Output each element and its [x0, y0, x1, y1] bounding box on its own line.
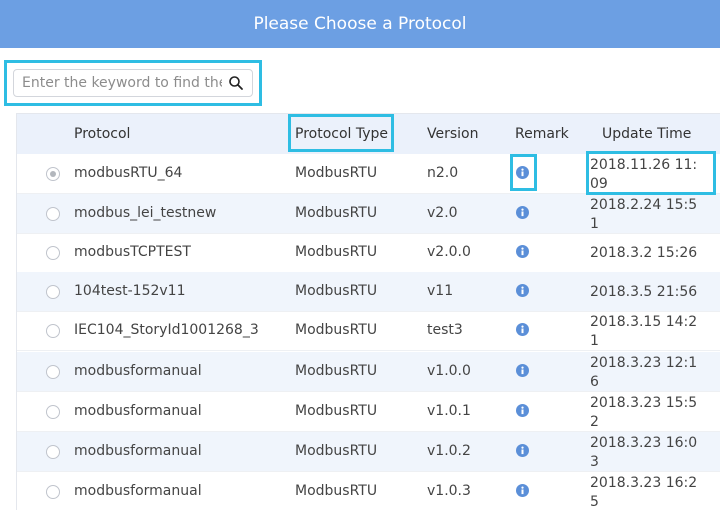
protocol-type: ModbusRTU — [295, 403, 378, 419]
update-time: 2018.3.15 14:21 — [590, 314, 698, 349]
info-circle-icon[interactable] — [516, 245, 529, 258]
header-update-time: Update Time — [602, 126, 692, 142]
info-circle-icon[interactable] — [516, 206, 529, 219]
row-radio[interactable] — [46, 246, 60, 260]
row-radio[interactable] — [46, 485, 60, 499]
protocol-type: ModbusRTU — [295, 363, 378, 379]
protocol-type: ModbusRTU — [295, 165, 378, 181]
table-row[interactable]: 104test-152v11 ModbusRTU v11 2018.3.5 21:5… — [17, 272, 720, 312]
row-radio[interactable] — [46, 285, 60, 299]
info-circle-icon[interactable] — [516, 404, 529, 417]
dialog-title-bar: Please Choose a Protocol — [0, 0, 720, 48]
protocol-name: modbusRTU_64 — [74, 165, 183, 181]
protocol-name: modbusformanual — [74, 363, 202, 379]
search-highlight — [4, 60, 262, 106]
update-time: 2018.3.23 12:16 — [590, 355, 698, 390]
update-time: 2018.2.24 15:51 — [590, 197, 698, 232]
protocol-type: ModbusRTU — [295, 483, 378, 499]
protocol-version: test3 — [427, 322, 463, 338]
protocol-type: ModbusRTU — [295, 283, 378, 299]
row-radio[interactable] — [46, 324, 60, 338]
protocol-type: ModbusRTU — [295, 205, 378, 221]
protocol-name: modbusformanual — [74, 403, 202, 419]
update-time: 2018.3.5 21:56 — [590, 284, 698, 300]
protocol-type: ModbusRTU — [295, 443, 378, 459]
info-circle-icon[interactable] — [516, 444, 529, 457]
header-version: Version — [427, 126, 479, 142]
protocol-type-highlight — [288, 114, 394, 152]
search-input[interactable] — [22, 75, 222, 91]
table-row[interactable]: modbusformanual ModbusRTU v1.0.3 2018.3.23… — [17, 472, 720, 510]
protocol-name: IEC104_StoryId1001268_3 — [74, 322, 259, 338]
update-time-highlight — [586, 151, 716, 195]
update-time: 2018.3.23 16:03 — [590, 435, 698, 470]
table-row[interactable]: modbusformanual ModbusRTU v1.0.1 2018.3.23… — [17, 392, 720, 432]
search-icon[interactable] — [228, 75, 244, 91]
protocol-table: Protocol Protocol Type Version Remark Up… — [16, 113, 720, 510]
protocol-name: 104test-152v11 — [74, 283, 186, 299]
table-row[interactable]: modbus_lei_testnew ModbusRTU v2.0 2018.2.2… — [17, 194, 720, 234]
info-circle-icon[interactable] — [516, 284, 529, 297]
protocol-name: modbusTCPTEST — [74, 244, 191, 260]
update-time: 2018.3.23 15:52 — [590, 395, 698, 430]
protocol-version: v2.0 — [427, 205, 458, 221]
info-circle-icon[interactable] — [516, 484, 529, 497]
protocol-type: ModbusRTU — [295, 322, 378, 338]
row-radio[interactable] — [46, 207, 60, 221]
protocol-version: n2.0 — [427, 165, 459, 181]
dialog-title: Please Choose a Protocol — [253, 14, 467, 34]
row-radio[interactable] — [46, 167, 60, 181]
row-radio[interactable] — [46, 445, 60, 459]
protocol-name: modbus_lei_testnew — [74, 205, 217, 221]
update-time: 2018.3.2 15:26 — [590, 245, 698, 261]
protocol-version: v1.0.1 — [427, 403, 471, 419]
table-row[interactable]: IEC104_StoryId1001268_3 ModbusRTU test3 20… — [17, 311, 720, 351]
protocol-version: v1.0.0 — [427, 363, 471, 379]
protocol-name: modbusformanual — [74, 483, 202, 499]
info-circle-icon[interactable] — [516, 364, 529, 377]
row-radio[interactable] — [46, 405, 60, 419]
search-box[interactable] — [13, 69, 253, 97]
protocol-version: v11 — [427, 283, 454, 299]
table-row[interactable]: modbusTCPTEST ModbusRTU v2.0.0 2018.3.2 15… — [17, 233, 720, 273]
update-time: 2018.3.23 16:25 — [590, 475, 698, 510]
header-protocol: Protocol — [74, 126, 131, 142]
row-radio[interactable] — [46, 365, 60, 379]
info-circle-icon[interactable] — [516, 323, 529, 336]
protocol-name: modbusformanual — [74, 443, 202, 459]
protocol-version: v1.0.2 — [427, 443, 471, 459]
remark-highlight — [510, 154, 537, 191]
table-row[interactable]: modbusformanual ModbusRTU v1.0.0 2018.3.23… — [17, 352, 720, 392]
protocol-type: ModbusRTU — [295, 244, 378, 260]
table-row[interactable]: modbusformanual ModbusRTU v1.0.2 2018.3.23… — [17, 432, 720, 472]
protocol-version: v2.0.0 — [427, 244, 471, 260]
header-remark: Remark — [515, 126, 569, 142]
protocol-version: v1.0.3 — [427, 483, 471, 499]
